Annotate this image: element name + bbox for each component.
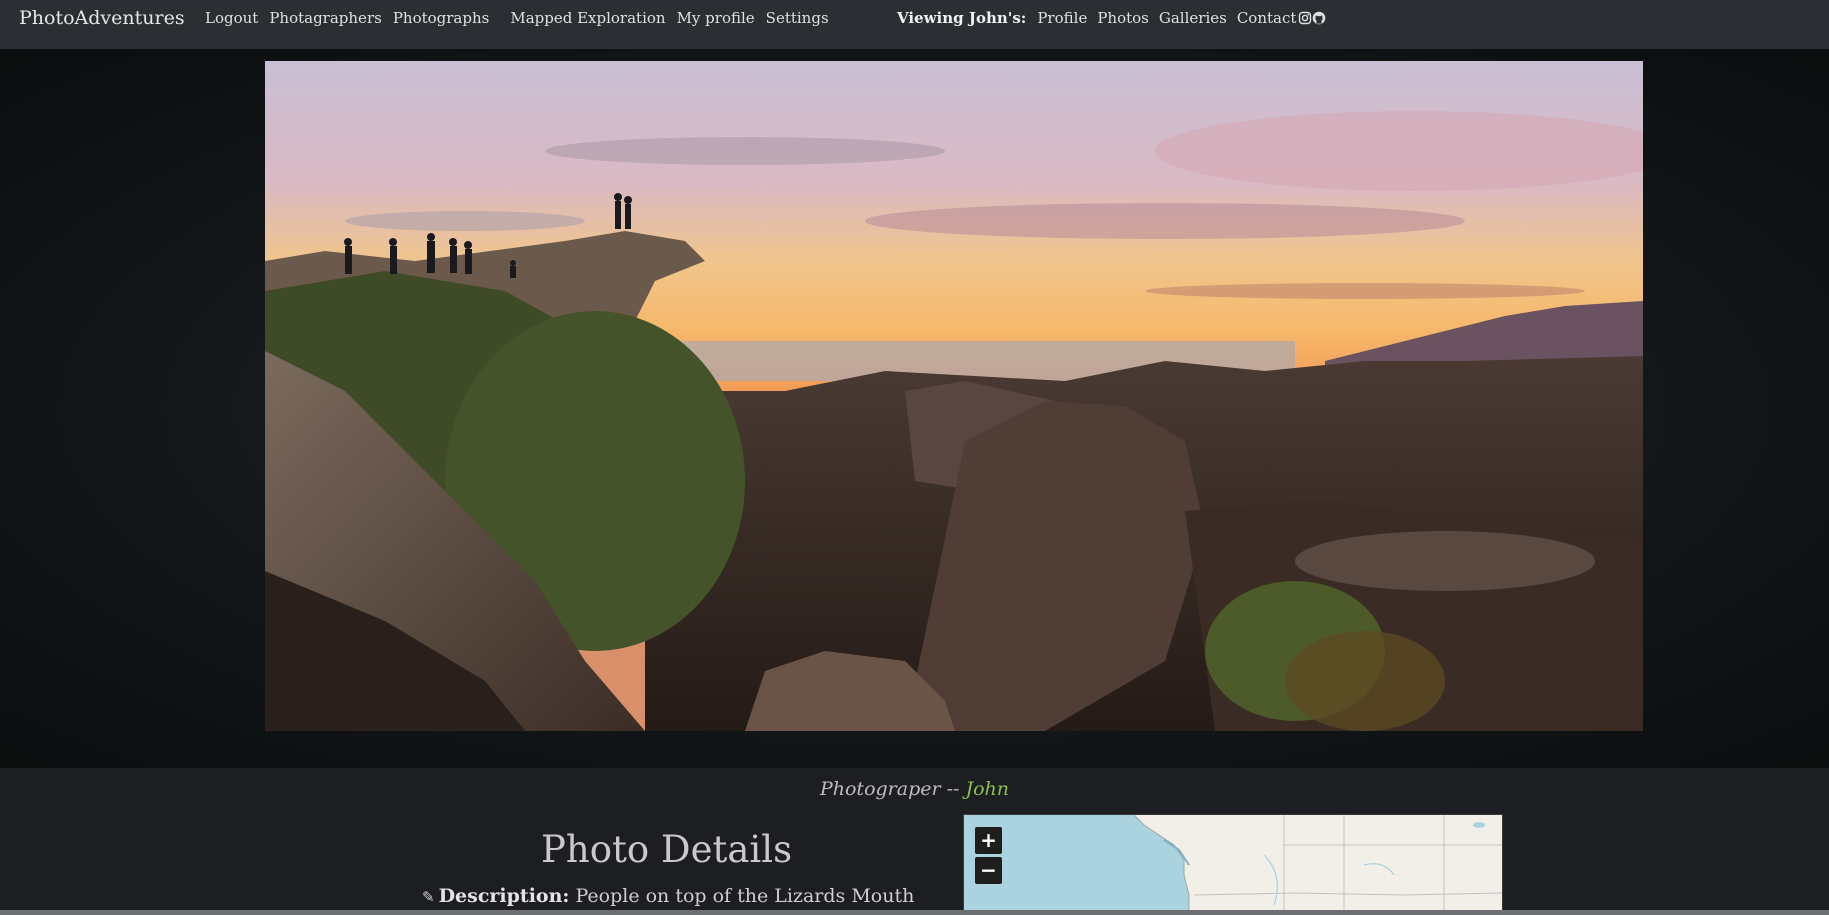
nav-logout[interactable]: Logout: [205, 9, 258, 27]
top-navbar: PhotoAdventures Logout Photagraphers Pho…: [0, 0, 1829, 49]
map-zoom-out-button[interactable]: −: [975, 857, 1002, 884]
viewing-galleries-link[interactable]: Galleries: [1159, 9, 1227, 27]
map-tiles: [964, 815, 1502, 914]
credit-prefix: Photograper --: [819, 778, 966, 800]
photographer-name-link[interactable]: John: [965, 778, 1009, 800]
viewing-photos-link[interactable]: Photos: [1097, 9, 1149, 27]
photo-details-heading: Photo Details: [541, 828, 793, 871]
nav-photographs[interactable]: Photographs: [393, 9, 490, 27]
instagram-icon[interactable]: [1298, 11, 1312, 25]
viewing-user-nav: Viewing John's: Profile Photos Galleries…: [897, 9, 1326, 27]
nav-mapped-exploration[interactable]: Mapped Exploration: [510, 9, 665, 27]
featured-photo[interactable]: [265, 61, 1643, 731]
pencil-icon: ✎: [422, 888, 435, 906]
description-value: People on top of the Lizards Mouth: [575, 885, 915, 907]
viewing-profile-link[interactable]: Profile: [1037, 9, 1087, 27]
sunset-landscape-image: [265, 61, 1643, 731]
nav-settings[interactable]: Settings: [766, 9, 829, 27]
viewing-label: Viewing John's:: [897, 9, 1027, 27]
viewing-contact-link[interactable]: Contact: [1237, 9, 1297, 27]
hero-section: [0, 49, 1829, 768]
horizontal-scrollbar[interactable]: [0, 910, 1829, 915]
map-zoom-in-button[interactable]: +: [975, 827, 1002, 854]
brand-logo-link[interactable]: PhotoAdventures: [19, 7, 185, 29]
nav-my-profile[interactable]: My profile: [677, 9, 755, 27]
main-nav: Logout Photagraphers Photographs Mapped …: [205, 9, 840, 27]
photographer-credit: Photograper -- John: [0, 778, 1829, 800]
github-icon[interactable]: [1312, 11, 1326, 25]
photo-description: ✎ Description: People on top of the Lizar…: [422, 885, 914, 907]
photo-location-map[interactable]: + −: [963, 814, 1503, 915]
description-label: Description:: [438, 885, 570, 907]
nav-photographers[interactable]: Photagraphers: [269, 9, 381, 27]
